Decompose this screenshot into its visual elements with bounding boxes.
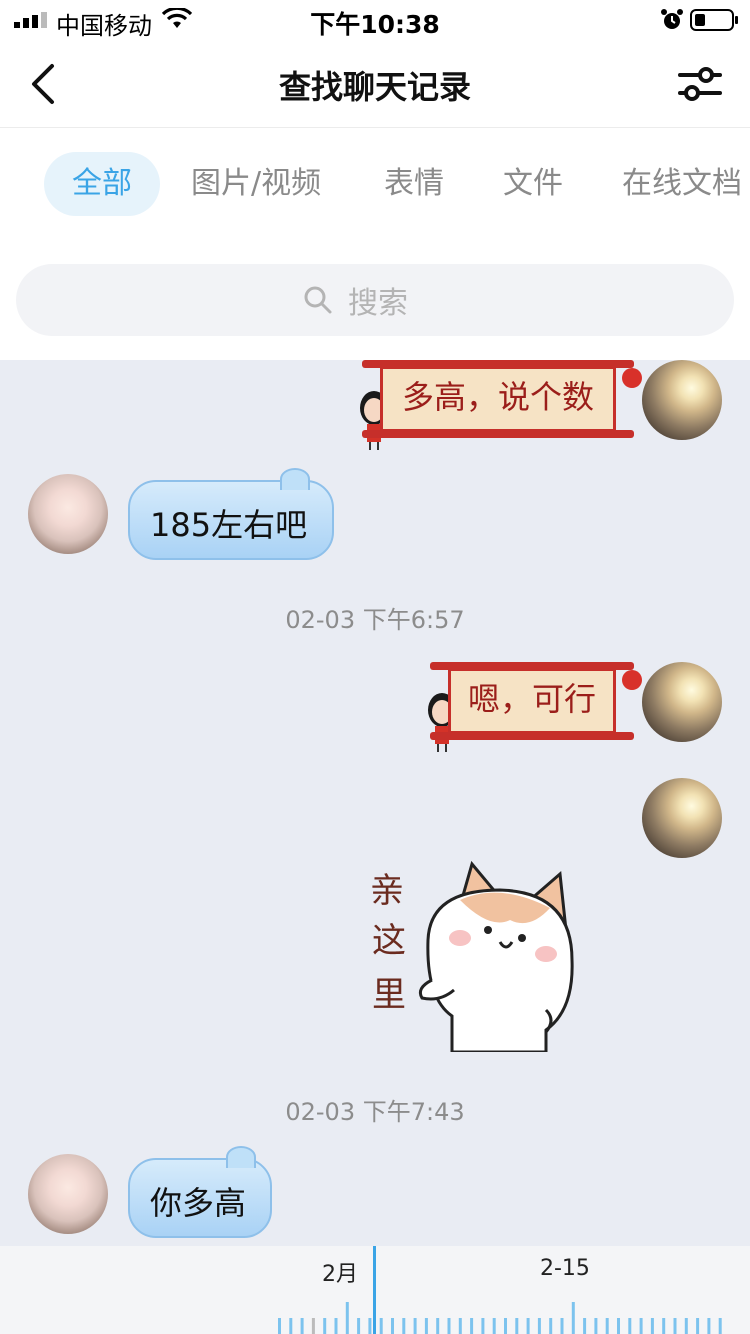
timeline-tick — [391, 1318, 394, 1334]
tab-all[interactable]: 全部 — [44, 152, 160, 216]
search-input[interactable]: 搜索 — [16, 264, 734, 336]
timeline-tick — [639, 1318, 643, 1334]
timeline-tick — [594, 1318, 598, 1334]
timeline-tick — [650, 1318, 654, 1334]
date-timeline-scrubber[interactable]: 2月 2-15 — [0, 1246, 750, 1334]
timeline-tick — [357, 1318, 361, 1334]
battery-icon — [690, 9, 738, 31]
chat-history[interactable]: 多高，说个数 185左右吧 02-03 下午6:57 嗯，可行 亲 这 里 02… — [0, 360, 750, 1246]
lantern-icon — [622, 670, 642, 690]
search-section: 搜索 — [0, 236, 750, 360]
timeline-tick — [549, 1318, 553, 1334]
timeline-label: 2-15 — [540, 1256, 590, 1281]
timeline-tick — [447, 1318, 451, 1334]
timeline-tick — [289, 1318, 293, 1334]
timeline-tick — [492, 1318, 496, 1334]
timeline-tick — [571, 1302, 575, 1334]
timeline-tick — [673, 1318, 677, 1334]
message-bubble[interactable]: 你多高 — [128, 1146, 272, 1238]
message-text: 嗯，可行 — [467, 680, 596, 718]
my-avatar[interactable] — [642, 360, 722, 440]
timeline-tick — [526, 1318, 530, 1334]
timeline-tick — [617, 1318, 620, 1334]
message-text: 你多高 — [150, 1184, 247, 1222]
sticker-text-char: 亲 — [370, 871, 404, 911]
contact-avatar[interactable] — [28, 474, 108, 554]
lantern-icon — [622, 368, 642, 388]
timeline-tick — [368, 1318, 372, 1334]
status-bar: 中国移动 下午10:38 — [0, 0, 750, 40]
timeline-tick — [481, 1318, 485, 1334]
timeline-tick — [278, 1318, 281, 1334]
alarm-icon — [661, 9, 683, 29]
tab-online-docs[interactable]: 在线文档 — [622, 152, 742, 216]
sticker-text-char: 这 — [372, 921, 406, 961]
tab-stickers[interactable]: 表情 — [384, 152, 444, 216]
timeline-tick — [696, 1318, 700, 1334]
tab-images-videos[interactable]: 图片/视频 — [191, 152, 321, 216]
filter-settings-icon[interactable] — [676, 62, 724, 106]
message-timestamp: 02-03 下午6:57 — [285, 606, 465, 634]
timeline-tick — [707, 1318, 711, 1334]
timeline-tick — [470, 1318, 474, 1334]
message-text: 多高，说个数 — [401, 378, 594, 416]
my-avatar[interactable] — [642, 778, 722, 858]
sticker-text-char: 里 — [372, 975, 406, 1015]
message-bubble[interactable]: 185左右吧 — [128, 468, 334, 560]
contact-avatar[interactable] — [28, 1154, 108, 1234]
timeline-tick — [402, 1318, 406, 1334]
search-placeholder: 搜索 — [348, 286, 408, 321]
timeline-tick — [684, 1318, 688, 1334]
timeline-tick — [537, 1318, 541, 1334]
message-timestamp: 02-03 下午7:43 — [285, 1098, 465, 1126]
timeline-tick — [424, 1318, 428, 1334]
bubble-ear — [226, 1146, 256, 1168]
timeline-tick — [345, 1302, 349, 1334]
timeline-tick — [605, 1318, 609, 1334]
timeline-tick — [560, 1318, 564, 1334]
message-scroll-bubble[interactable]: 嗯，可行 — [430, 662, 634, 740]
timeline-label: 2月 — [322, 1262, 358, 1287]
category-tabs: 全部 图片/视频 表情 文件 在线文档 — [0, 128, 750, 236]
timeline-tick — [334, 1318, 338, 1334]
bubble-ear — [280, 468, 310, 490]
timeline-cursor[interactable] — [373, 1246, 376, 1334]
nav-bar: 查找聊天记录 — [0, 40, 750, 128]
timeline-tick — [413, 1318, 417, 1334]
page-title: 查找聊天记录 — [278, 68, 471, 106]
timeline-tick — [628, 1318, 632, 1334]
timeline-tick — [379, 1318, 383, 1334]
dog-sticker[interactable]: 亲 这 里 — [360, 860, 580, 1054]
search-icon — [304, 286, 332, 314]
status-time: 下午10:38 — [310, 10, 440, 39]
timeline-tick — [515, 1318, 519, 1334]
timeline-tick — [436, 1318, 440, 1334]
timeline-tick — [662, 1318, 666, 1334]
scroll-rod — [362, 430, 634, 438]
timeline-tick — [300, 1318, 304, 1334]
my-avatar[interactable] — [642, 662, 722, 742]
timeline-tick — [504, 1318, 507, 1334]
timeline-tick — [311, 1318, 315, 1334]
timeline-tick — [458, 1318, 462, 1334]
timeline-tick — [583, 1318, 587, 1334]
message-text: 185左右吧 — [150, 506, 308, 544]
timeline-tick — [718, 1318, 722, 1334]
message-scroll-bubble[interactable]: 多高，说个数 — [362, 360, 634, 438]
tab-files[interactable]: 文件 — [503, 152, 563, 216]
scroll-rod — [430, 732, 634, 740]
timeline-tick — [323, 1318, 327, 1334]
